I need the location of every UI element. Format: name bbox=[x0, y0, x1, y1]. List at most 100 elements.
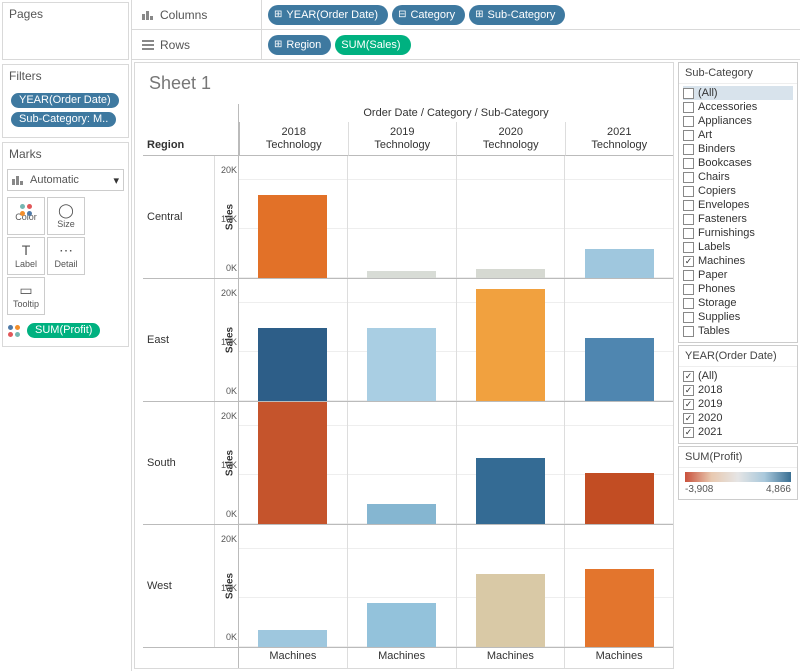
size-icon: ◯ bbox=[58, 203, 74, 217]
checkbox-icon bbox=[683, 228, 694, 239]
y-tick: 20K bbox=[213, 411, 237, 421]
bar[interactable] bbox=[585, 338, 654, 401]
filter-item[interactable]: Chairs bbox=[683, 170, 793, 184]
legend-gradient bbox=[685, 472, 791, 482]
filter-item-label: Copiers bbox=[698, 185, 736, 197]
col-footer: Machines bbox=[239, 648, 347, 668]
checkbox-icon bbox=[683, 242, 694, 253]
col-cat: Technology bbox=[566, 139, 674, 151]
filter-item[interactable]: Phones bbox=[683, 282, 793, 296]
filter-item[interactable]: Appliances bbox=[683, 114, 793, 128]
bar[interactable] bbox=[367, 328, 436, 401]
col-cat: Technology bbox=[240, 139, 348, 151]
cell: 0K10K20K bbox=[239, 279, 347, 401]
col-pill-year[interactable]: ⊞YEAR(Order Date) bbox=[268, 5, 388, 25]
row-label: Central bbox=[143, 156, 215, 278]
filter-pill-subcat[interactable]: Sub-Category: M.. bbox=[11, 112, 116, 127]
col-header: 2020Technology bbox=[456, 122, 565, 156]
filter-item-label: Furnishings bbox=[698, 227, 755, 239]
checkbox-icon: ✓ bbox=[683, 385, 694, 396]
filter-item[interactable]: ✓Machines bbox=[683, 254, 793, 268]
filter-item-label: 2020 bbox=[698, 412, 722, 424]
right-panel: Sub-Category (All)AccessoriesAppliancesA… bbox=[676, 60, 800, 671]
bar[interactable] bbox=[367, 504, 436, 524]
filter-item[interactable]: ✓(All) bbox=[683, 369, 793, 383]
bar[interactable] bbox=[476, 458, 545, 524]
bar[interactable] bbox=[258, 630, 327, 647]
main-panel: Columns ⊞YEAR(Order Date) ⊟Category ⊞Sub… bbox=[132, 0, 800, 671]
row-pill-region[interactable]: ⊞Region bbox=[268, 35, 331, 55]
filter-item[interactable]: Binders bbox=[683, 142, 793, 156]
filter-item[interactable]: ✓2021 bbox=[683, 425, 793, 439]
columns-label: Columns bbox=[160, 8, 207, 22]
columns-shelf[interactable]: Columns ⊞YEAR(Order Date) ⊟Category ⊞Sub… bbox=[132, 0, 800, 30]
detail-icon: ⋯ bbox=[59, 243, 73, 257]
filter-item[interactable]: Tables bbox=[683, 324, 793, 338]
filter-item-label: Accessories bbox=[698, 101, 757, 113]
mark-type-select[interactable]: Automatic ▾ bbox=[7, 169, 124, 191]
checkbox-icon bbox=[683, 214, 694, 225]
filter-item-label: Art bbox=[698, 129, 712, 141]
y-tick: 10K bbox=[213, 214, 237, 224]
color-pill-profit[interactable]: SUM(Profit) bbox=[27, 323, 100, 338]
checkbox-icon bbox=[683, 102, 694, 113]
checkbox-icon bbox=[683, 116, 694, 127]
filter-item[interactable]: Labels bbox=[683, 240, 793, 254]
mark-btn-color[interactable]: Color bbox=[7, 197, 45, 235]
mark-btn-tooltip[interactable]: ▭Tooltip bbox=[7, 277, 45, 315]
col-cat: Technology bbox=[457, 139, 565, 151]
col-year: 2021 bbox=[566, 126, 674, 138]
bar[interactable] bbox=[258, 402, 327, 524]
cell bbox=[347, 279, 456, 401]
bar[interactable] bbox=[367, 271, 436, 278]
filter-pill-year[interactable]: YEAR(Order Date) bbox=[11, 93, 119, 108]
filter-item[interactable]: (All) bbox=[683, 86, 793, 100]
mark-btn-label[interactable]: TLabel bbox=[7, 237, 45, 275]
col-pill-category[interactable]: ⊟Category bbox=[392, 5, 465, 25]
filter-item[interactable]: ✓2020 bbox=[683, 411, 793, 425]
filter-item[interactable]: Fasteners bbox=[683, 212, 793, 226]
bar[interactable] bbox=[585, 473, 654, 524]
cells: 0K10K20K bbox=[239, 525, 673, 647]
filter-item[interactable]: ✓2018 bbox=[683, 383, 793, 397]
bar[interactable] bbox=[476, 289, 545, 401]
filter-item-label: 2021 bbox=[698, 426, 722, 438]
filter-item-label: Tables bbox=[698, 325, 730, 337]
filter-item[interactable]: Supplies bbox=[683, 310, 793, 324]
marks-card: Marks Automatic ▾ Color◯SizeTLabel⋯Detai… bbox=[2, 142, 129, 347]
filter-item[interactable]: Furnishings bbox=[683, 226, 793, 240]
col-year: 2018 bbox=[240, 126, 348, 138]
filter-title-year: YEAR(Order Date) bbox=[679, 346, 797, 367]
bar[interactable] bbox=[585, 569, 654, 647]
filter-item[interactable]: Paper bbox=[683, 268, 793, 282]
row-pill-sales[interactable]: SUM(Sales) bbox=[335, 35, 410, 55]
chevron-down-icon: ▾ bbox=[113, 174, 119, 187]
marks-card-title: Marks bbox=[3, 143, 128, 165]
rows-shelf[interactable]: Rows ⊞Region SUM(Sales) bbox=[132, 30, 800, 60]
mark-btn-size[interactable]: ◯Size bbox=[47, 197, 85, 235]
bar[interactable] bbox=[476, 269, 545, 278]
bar[interactable] bbox=[585, 249, 654, 278]
mark-btn-detail[interactable]: ⋯Detail bbox=[47, 237, 85, 275]
label-icon: T bbox=[22, 243, 31, 257]
bar[interactable] bbox=[258, 328, 327, 401]
bar[interactable] bbox=[258, 195, 327, 278]
checkbox-icon bbox=[683, 186, 694, 197]
filter-item[interactable]: Bookcases bbox=[683, 156, 793, 170]
bar[interactable] bbox=[367, 603, 436, 647]
filter-item[interactable]: Art bbox=[683, 128, 793, 142]
filter-item[interactable]: Envelopes bbox=[683, 198, 793, 212]
filter-item[interactable]: Accessories bbox=[683, 100, 793, 114]
columns-icon bbox=[142, 10, 154, 20]
col-header: 2018Technology bbox=[239, 122, 348, 156]
row-central: CentralSales0K10K20K bbox=[143, 156, 673, 279]
cell bbox=[347, 525, 456, 647]
filter-item[interactable]: Storage bbox=[683, 296, 793, 310]
cells: 0K10K20K bbox=[239, 402, 673, 524]
filter-item[interactable]: Copiers bbox=[683, 184, 793, 198]
filter-item[interactable]: ✓2019 bbox=[683, 397, 793, 411]
row-label: East bbox=[143, 279, 215, 401]
cells: 0K10K20K bbox=[239, 156, 673, 278]
col-pill-subcategory[interactable]: ⊞Sub-Category bbox=[469, 5, 565, 25]
bar[interactable] bbox=[476, 574, 545, 647]
